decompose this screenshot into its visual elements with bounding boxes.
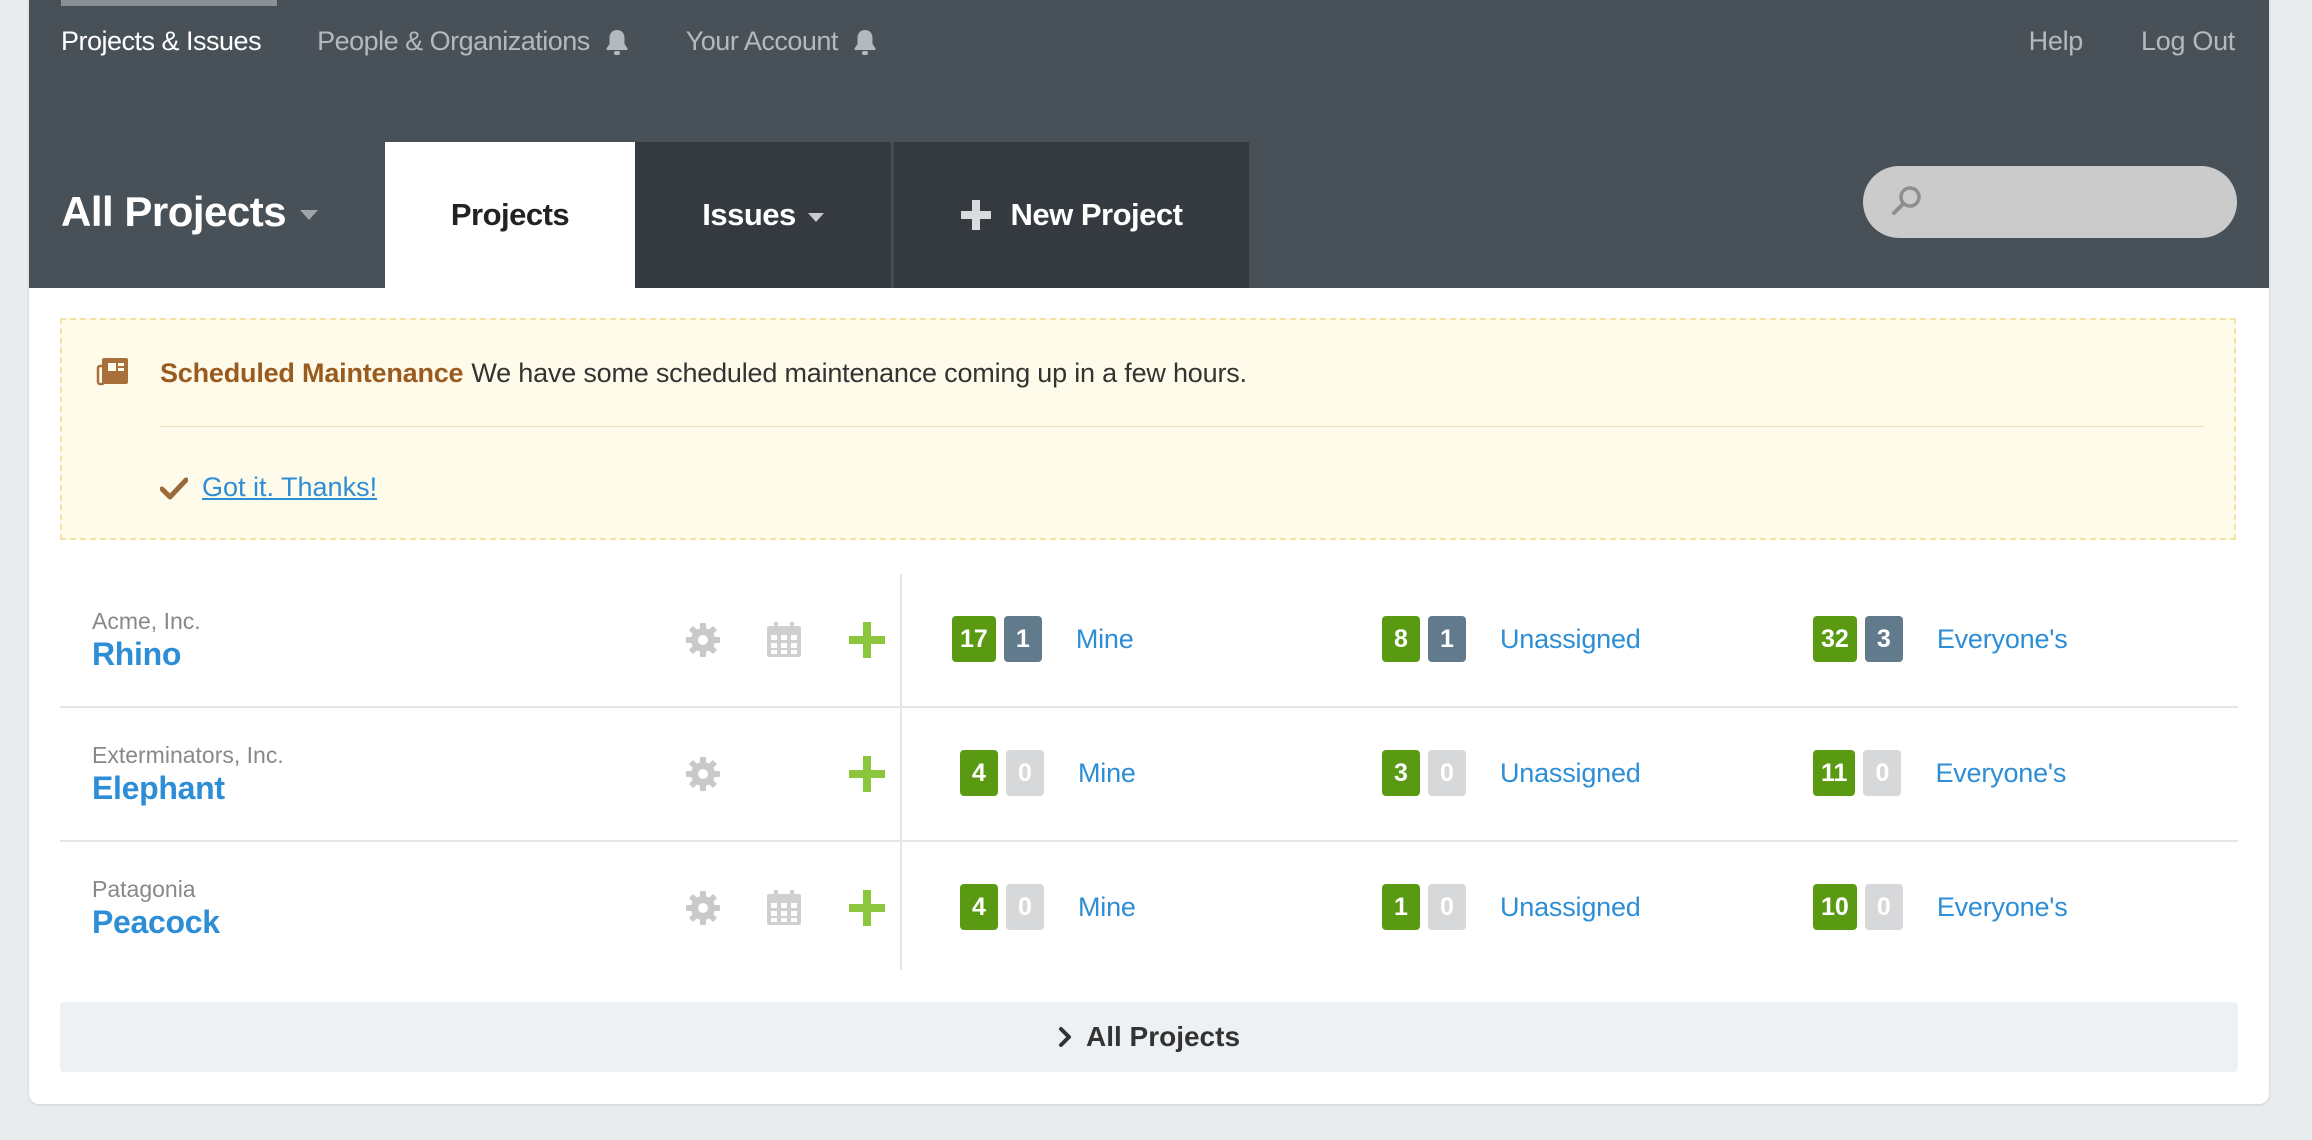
unassigned-issues: 1 0 Unassigned	[1382, 884, 1641, 930]
open-count-badge: 4	[960, 750, 998, 796]
maintenance-notice: Scheduled Maintenance We have some schedu…	[60, 318, 2236, 540]
secondary-count-badge: 0	[1006, 884, 1044, 930]
mine-link[interactable]: Mine	[1078, 892, 1136, 923]
chevron-down-icon	[807, 212, 824, 222]
secondary-count-badge: 0	[1428, 750, 1466, 796]
everyones-link[interactable]: Everyone's	[1937, 892, 2068, 923]
mine-issues: 4 0 Mine	[960, 750, 1136, 796]
top-right-navigation: Help Log Out	[1971, 26, 2236, 57]
project-list: Acme, Inc. Rhino 17 1 Mine 8 1 Unassigne…	[60, 574, 2238, 974]
everyones-issues: 10 0 Everyone's	[1813, 884, 2068, 930]
tab-projects[interactable]: Projects	[385, 142, 635, 288]
secondary-count-badge: 0	[1863, 750, 1902, 796]
organization-name: Exterminators, Inc.	[92, 742, 284, 768]
logout-link[interactable]: Log Out	[2141, 26, 2235, 57]
bell-icon	[606, 29, 628, 55]
nav-people-organizations[interactable]: People & Organizations	[317, 26, 630, 57]
project-row: Exterminators, Inc. Elephant 4 0 Mine 3 …	[60, 708, 2238, 842]
notice-dismiss[interactable]: Got it. Thanks!	[160, 472, 377, 503]
calendar-icon[interactable]	[764, 620, 804, 660]
tab-projects-label: Projects	[450, 197, 570, 232]
mine-link[interactable]: Mine	[1076, 624, 1134, 655]
add-issue-icon[interactable]	[847, 620, 887, 660]
organization-name: Patagonia	[92, 876, 196, 902]
help-link[interactable]: Help	[2029, 26, 2084, 57]
nav-people-organizations-label: People & Organizations	[317, 26, 590, 56]
header: Projects & Issues People & Organizations…	[29, 0, 2269, 288]
page-title: All Projects	[61, 188, 287, 235]
open-count-badge: 3	[1382, 750, 1420, 796]
secondary-count-badge: 0	[1428, 884, 1466, 930]
chevron-right-icon	[1058, 1027, 1071, 1047]
secondary-count-badge: 1	[1428, 616, 1466, 662]
gear-icon[interactable]	[683, 754, 723, 794]
project-name-link[interactable]: Peacock	[92, 904, 220, 941]
notice-message: We have some scheduled maintenance comin…	[471, 358, 1247, 388]
new-project-button[interactable]: New Project	[892, 142, 1249, 288]
secondary-count-badge: 1	[1003, 616, 1042, 662]
unassigned-issues: 3 0 Unassigned	[1382, 750, 1641, 796]
open-count-badge: 4	[960, 884, 998, 930]
gear-icon[interactable]	[683, 620, 723, 660]
everyones-issues: 32 3 Everyone's	[1813, 616, 2068, 662]
app-window: Projects & Issues People & Organizations…	[29, 0, 2269, 1104]
secondary-count-badge: 3	[1864, 616, 1903, 662]
open-count-badge: 32	[1813, 616, 1857, 662]
notice-text: Scheduled Maintenance We have some schedu…	[160, 358, 1247, 389]
newspaper-icon	[96, 358, 128, 386]
project-name-link[interactable]: Elephant	[92, 770, 225, 807]
unassigned-link[interactable]: Unassigned	[1500, 624, 1641, 655]
mine-link[interactable]: Mine	[1078, 758, 1136, 789]
unassigned-link[interactable]: Unassigned	[1500, 892, 1641, 923]
notice-divider	[160, 426, 2204, 427]
active-nav-indicator	[61, 0, 277, 6]
mine-issues: 17 1 Mine	[952, 616, 1134, 662]
calendar-icon[interactable]	[764, 888, 804, 928]
unassigned-issues: 8 1 Unassigned	[1382, 616, 1641, 662]
nav-projects-issues-label: Projects & Issues	[61, 26, 262, 56]
new-project-label: New Project	[1010, 197, 1183, 232]
open-count-badge: 1	[1382, 884, 1420, 930]
open-count-badge: 17	[952, 616, 996, 662]
all-projects-label: All Projects	[1085, 1021, 1241, 1052]
secondary-count-badge: 0	[1006, 750, 1044, 796]
project-scope-selector[interactable]: All Projects	[61, 188, 319, 236]
tab-issues-label: Issues	[702, 197, 796, 232]
organization-name: Acme, Inc.	[92, 608, 201, 634]
add-issue-icon[interactable]	[847, 888, 887, 928]
nav-your-account-label: Your Account	[685, 26, 839, 56]
search-icon	[1892, 186, 1921, 215]
plus-icon	[960, 200, 991, 230]
unassigned-link[interactable]: Unassigned	[1500, 758, 1641, 789]
everyones-link[interactable]: Everyone's	[1937, 624, 2068, 655]
add-issue-icon[interactable]	[847, 754, 887, 794]
project-name-link[interactable]: Rhino	[92, 636, 181, 673]
project-row: Acme, Inc. Rhino 17 1 Mine 8 1 Unassigne…	[60, 574, 2238, 708]
open-count-badge: 8	[1382, 616, 1420, 662]
bell-icon	[854, 29, 876, 55]
dismiss-link[interactable]: Got it. Thanks!	[202, 472, 377, 503]
nav-projects-issues[interactable]: Projects & Issues	[61, 26, 262, 57]
everyones-link[interactable]: Everyone's	[1935, 758, 2066, 789]
secondary-count-badge: 0	[1864, 884, 1903, 930]
tab-issues[interactable]: Issues	[635, 142, 891, 288]
chevron-down-icon	[300, 210, 319, 220]
search-box[interactable]	[1863, 166, 2237, 238]
mine-issues: 4 0 Mine	[960, 884, 1136, 930]
open-count-badge: 11	[1813, 750, 1856, 796]
everyones-issues: 11 0 Everyone's	[1813, 750, 2066, 796]
open-count-badge: 10	[1813, 884, 1857, 930]
gear-icon[interactable]	[683, 888, 723, 928]
all-projects-button[interactable]: All Projects	[60, 1002, 2238, 1072]
nav-your-account[interactable]: Your Account	[686, 26, 878, 57]
notice-title: Scheduled Maintenance	[160, 358, 464, 388]
check-icon	[160, 477, 188, 499]
top-navigation: Projects & Issues People & Organizations…	[61, 26, 934, 57]
project-row: Patagonia Peacock 4 0 Mine 1 0 Unassigne…	[60, 842, 2238, 974]
search-input[interactable]	[1935, 178, 2219, 228]
